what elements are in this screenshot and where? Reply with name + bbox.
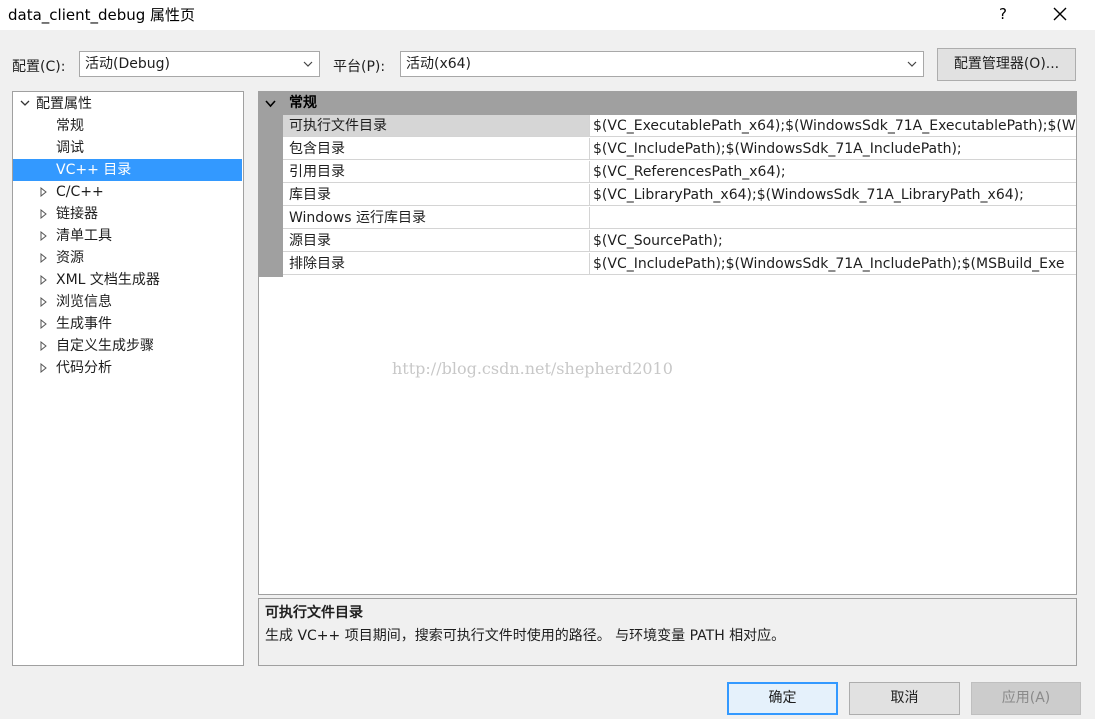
property-name[interactable]: 包含目录 xyxy=(283,138,589,160)
tree-item[interactable]: 链接器 xyxy=(13,203,242,225)
property-value[interactable]: $(VC_ExecutablePath_x64);$(WindowsSdk_71… xyxy=(589,115,1076,137)
property-row[interactable]: 排除目录 $(VC_IncludePath);$(WindowsSdk_71A_I… xyxy=(283,253,1076,276)
category-label: 常规 xyxy=(289,95,317,111)
tree-item[interactable]: 清单工具 xyxy=(13,225,242,247)
property-value[interactable]: $(VC_ReferencesPath_x64); xyxy=(589,161,1076,183)
ok-button[interactable]: 确定 xyxy=(727,682,838,715)
tree-item[interactable]: 浏览信息 xyxy=(13,291,242,313)
chevron-down-icon xyxy=(265,100,276,108)
tree-item[interactable]: 代码分析 xyxy=(13,357,242,379)
collapsed-triangle-icon xyxy=(40,363,47,373)
tree-item[interactable]: 生成事件 xyxy=(13,313,242,335)
tree-item-label: 调试 xyxy=(56,140,84,156)
tree-item[interactable]: 调试 xyxy=(13,137,242,159)
collapsed-triangle-icon xyxy=(40,209,47,219)
tree-root[interactable]: 配置属性 xyxy=(13,93,242,115)
tree-item-label: 代码分析 xyxy=(56,360,112,376)
tree-item[interactable]: XML 文档生成器 xyxy=(13,269,242,291)
description-pane: 可执行文件目录 生成 VC++ 项目期间，搜索可执行文件时使用的路径。 与环境变… xyxy=(258,598,1077,666)
property-value[interactable]: $(VC_IncludePath);$(WindowsSdk_71A_Inclu… xyxy=(589,138,1076,160)
property-tree[interactable]: 配置属性 常规调试 VC++ 目录 C/C++ 链接器清单工具资源 XML 文档生成器浏… xyxy=(12,91,244,666)
property-name[interactable]: 可执行文件目录 xyxy=(283,115,589,137)
property-row[interactable]: 引用目录 $(VC_ReferencesPath_x64); xyxy=(283,161,1076,184)
category-header[interactable]: 常规 xyxy=(259,92,1076,115)
property-row[interactable]: 包含目录 $(VC_IncludePath);$(WindowsSdk_71A_I… xyxy=(283,138,1076,161)
chevron-down-icon xyxy=(907,61,917,67)
tree-root-label: 配置属性 xyxy=(36,96,92,112)
tree-item-label: 清单工具 xyxy=(56,228,112,244)
property-row[interactable]: Windows 运行库目录 xyxy=(283,207,1076,230)
collapsed-triangle-icon xyxy=(40,341,47,351)
tree-item-label: 资源 xyxy=(56,250,84,266)
cancel-button[interactable]: 取消 xyxy=(849,682,960,715)
description-title: 可执行文件目录 xyxy=(265,605,363,621)
tree-item[interactable]: 自定义生成步骤 xyxy=(13,335,242,357)
config-manager-button[interactable]: 配置管理器(O)... xyxy=(937,48,1076,81)
property-name[interactable]: 库目录 xyxy=(283,184,589,206)
platform-select-value: 活动(x64) xyxy=(406,56,472,72)
property-grid[interactable]: 常规 可执行文件目录 $(VC_ExecutablePath_x64);$(Win… xyxy=(258,91,1077,595)
tree-item-label: C/C++ xyxy=(56,184,104,200)
property-value[interactable] xyxy=(589,207,1076,229)
platform-label: 平台(P): xyxy=(333,59,386,75)
config-label: 配置(C): xyxy=(12,59,66,75)
apply-button[interactable]: 应用(A) xyxy=(971,682,1081,715)
config-select[interactable]: 活动(Debug) xyxy=(79,51,320,77)
tree-item-label: 自定义生成步骤 xyxy=(56,338,154,354)
tree-item[interactable]: VC++ 目录 xyxy=(13,159,242,181)
property-value[interactable]: $(VC_LibraryPath_x64);$(WindowsSdk_71A_L… xyxy=(589,184,1076,206)
property-row[interactable]: 可执行文件目录 $(VC_ExecutablePath_x64);$(Window… xyxy=(283,115,1076,138)
collapsed-triangle-icon xyxy=(40,297,47,307)
tree-item-label: 常规 xyxy=(56,118,84,134)
property-row[interactable]: 库目录 $(VC_LibraryPath_x64);$(WindowsSdk_71… xyxy=(283,184,1076,207)
help-button[interactable]: ? xyxy=(990,2,1016,26)
collapsed-triangle-icon xyxy=(40,275,47,285)
description-text: 生成 VC++ 项目期间，搜索可执行文件时使用的路径。 与环境变量 PATH 相… xyxy=(265,628,786,644)
tree-item[interactable]: 常规 xyxy=(13,115,242,137)
tree-item[interactable]: 资源 xyxy=(13,247,242,269)
collapsed-triangle-icon xyxy=(40,253,47,263)
property-name[interactable]: 源目录 xyxy=(283,230,589,252)
config-select-value: 活动(Debug) xyxy=(85,56,170,72)
window-title: data_client_debug 属性页 xyxy=(8,6,196,24)
chevron-down-icon xyxy=(303,61,313,67)
tree-item-label: XML 文档生成器 xyxy=(56,272,160,288)
property-name[interactable]: 引用目录 xyxy=(283,161,589,183)
collapsed-triangle-icon xyxy=(40,187,47,197)
collapsed-triangle-icon xyxy=(40,231,47,241)
collapsed-triangle-icon xyxy=(40,319,47,329)
close-icon xyxy=(1053,7,1067,21)
property-row[interactable]: 源目录 $(VC_SourcePath); xyxy=(283,230,1076,253)
tree-item-label: 链接器 xyxy=(56,206,98,222)
property-name[interactable]: 排除目录 xyxy=(283,253,589,275)
property-value[interactable]: $(VC_SourcePath); xyxy=(589,230,1076,252)
platform-select[interactable]: 活动(x64) xyxy=(400,51,924,77)
grid-gutter xyxy=(259,115,283,277)
expanded-triangle-icon xyxy=(20,100,30,106)
tree-item-label: VC++ 目录 xyxy=(56,162,132,178)
tree-item-label: 浏览信息 xyxy=(56,294,112,310)
tree-item-label: 生成事件 xyxy=(56,316,112,332)
property-value[interactable]: $(VC_IncludePath);$(WindowsSdk_71A_Inclu… xyxy=(589,253,1076,275)
close-button[interactable] xyxy=(1046,2,1074,26)
watermark-text: http://blog.csdn.net/shepherd2010 xyxy=(392,359,673,378)
property-name[interactable]: Windows 运行库目录 xyxy=(283,207,589,229)
tree-item[interactable]: C/C++ xyxy=(13,181,242,203)
